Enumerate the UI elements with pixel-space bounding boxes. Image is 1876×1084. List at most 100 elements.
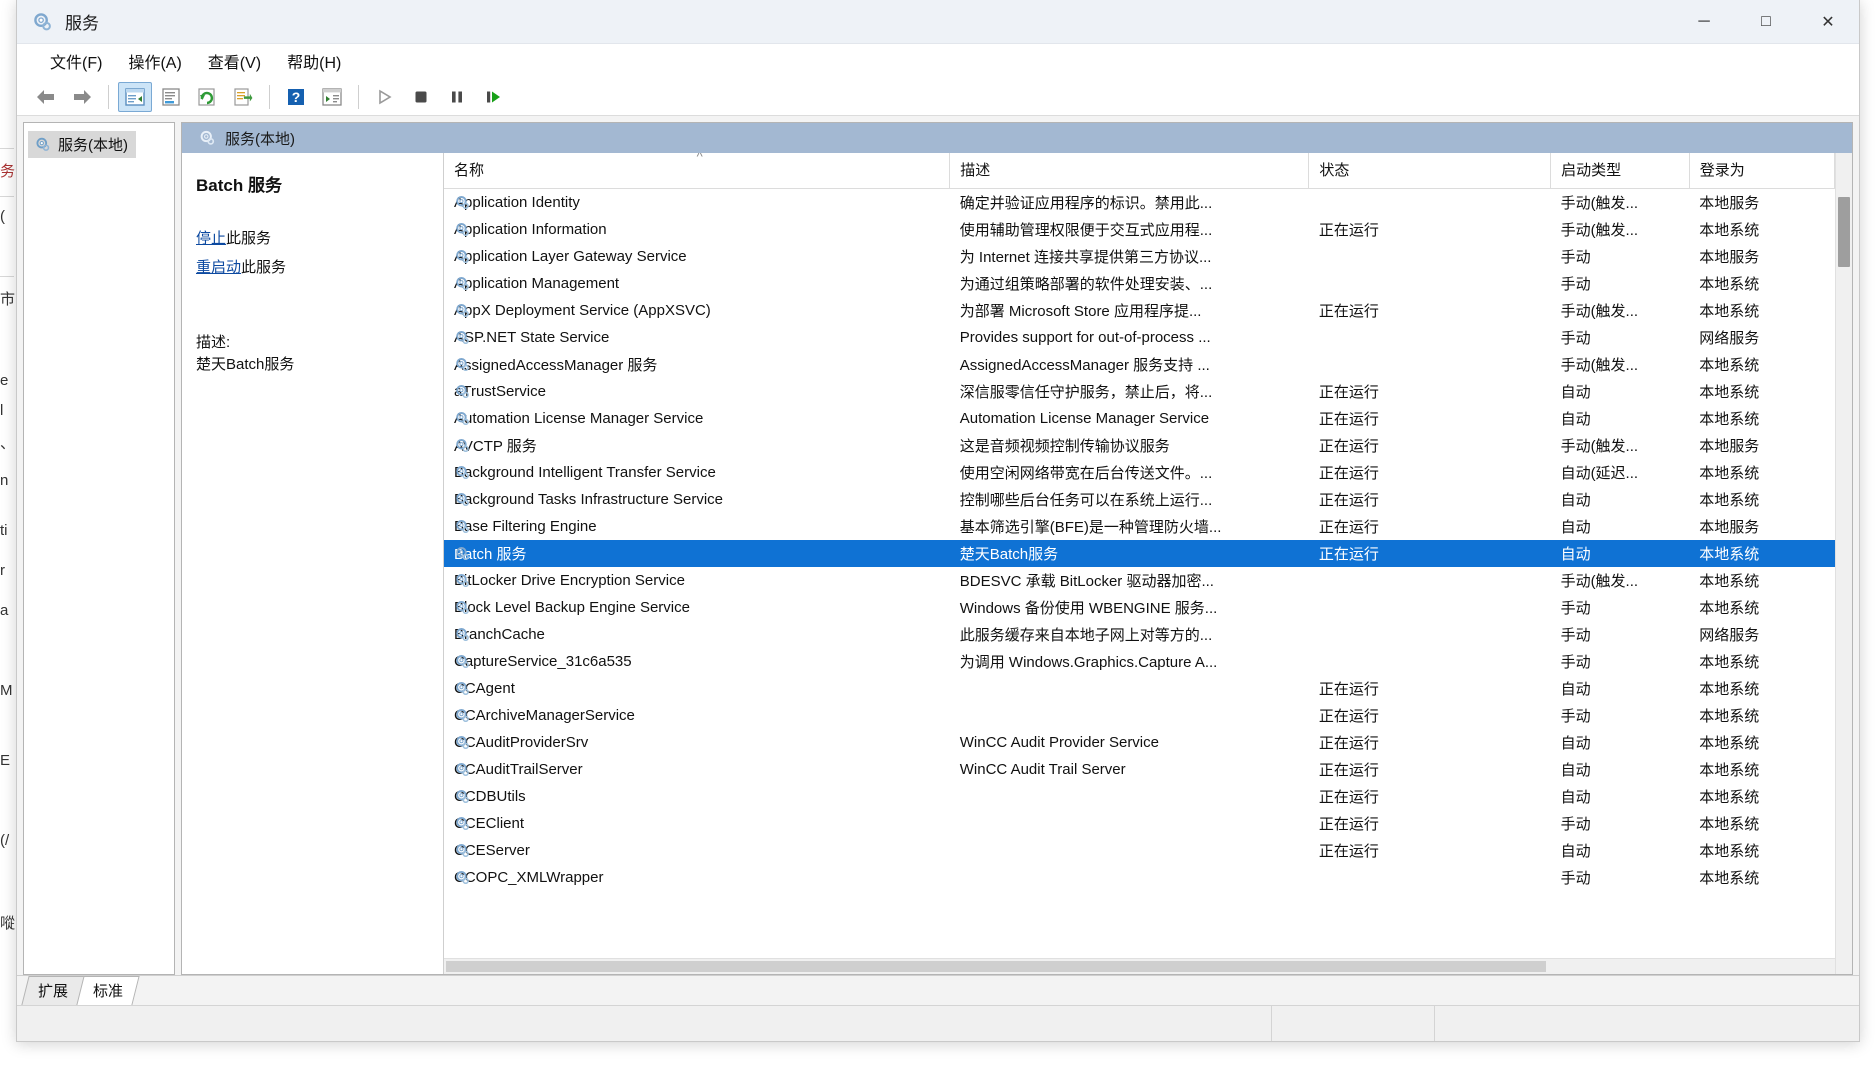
table-row[interactable]: Application Identity 确定并验证应用程序的标识。禁用此... 手…: [444, 189, 1835, 217]
cell-startup-type: 自动: [1560, 681, 1591, 698]
cell-startup-type: 自动: [1560, 843, 1591, 860]
cell-startup-type: 手动: [1560, 600, 1591, 617]
cell-log-on-as: 本地服务: [1699, 519, 1760, 536]
cell-service-status: [1309, 621, 1551, 648]
stop-service-button[interactable]: [404, 82, 438, 112]
table-row[interactable]: Application Management 为通过组策略部署的软件处理安装、..…: [444, 270, 1835, 297]
cell-service-name: Base Filtering Engine: [454, 518, 597, 535]
vertical-scrollbar[interactable]: [1835, 153, 1852, 974]
menu-item-action[interactable]: 操作(A): [115, 45, 194, 77]
table-row[interactable]: Application Information 使用辅助管理权限便于交互式应用程.…: [444, 216, 1835, 243]
cell-log-on-as: 本地系统: [1699, 222, 1760, 239]
column-header-log-on-as[interactable]: 登录为: [1689, 153, 1835, 189]
table-row[interactable]: Base Filtering Engine 基本筛选引擎(BFE)是一种管理防火墙…: [444, 513, 1835, 540]
column-header-name[interactable]: 名称: [444, 153, 951, 189]
table-row[interactable]: CCAuditTrailServer WinCC Audit Trail Serv…: [444, 756, 1835, 783]
table-row[interactable]: CCAuditProviderSrv WinCC Audit Provider S…: [444, 729, 1835, 756]
cell-service-description: WinCC Audit Provider Service: [959, 734, 1159, 751]
stop-service-link[interactable]: 停止: [196, 230, 226, 247]
cell-service-description: [950, 864, 1309, 891]
table-row[interactable]: CCOPC_XMLWrapper 手动 本地系统: [444, 864, 1835, 891]
menu-item-file[interactable]: 文件(F): [37, 45, 115, 77]
table-row[interactable]: BranchCache 此服务缓存来自本地子网上对等方的... 手动 网络服务: [444, 621, 1835, 648]
help-button[interactable]: ?: [279, 82, 313, 112]
restart-service-button[interactable]: [476, 82, 510, 112]
cell-startup-type: 自动: [1560, 411, 1591, 428]
cell-service-name: Background Intelligent Transfer Service: [454, 464, 716, 481]
column-header-description[interactable]: 描述: [949, 153, 1310, 189]
menu-item-view[interactable]: 查看(V): [195, 45, 274, 77]
stop-service-line: 停止此服务: [196, 228, 429, 251]
table-row[interactable]: CaptureService_31c6a535 为调用 Windows.Graph…: [444, 648, 1835, 675]
services-table: 名称 描述 状态 启动类型 登录为 Application Identity 确定…: [444, 153, 1835, 891]
horizontal-scrollbar[interactable]: [444, 958, 1835, 974]
vertical-scrollbar-thumb[interactable]: [1838, 197, 1850, 267]
cell-service-status: 正在运行: [1318, 735, 1379, 752]
tab-extended[interactable]: 扩展: [21, 976, 85, 1005]
right-arrow-icon: [74, 89, 91, 104]
table-row[interactable]: Background Tasks Infrastructure Service 控…: [444, 486, 1835, 513]
cell-service-name: ASP.NET State Service: [454, 329, 610, 346]
show-hide-tree-button[interactable]: [118, 81, 152, 112]
table-row[interactable]: CCArchiveManagerService 正在运行 手动 本地系统: [444, 702, 1835, 729]
cell-service-description: [950, 702, 1309, 729]
cell-service-status: [1309, 189, 1551, 217]
refresh-button[interactable]: [190, 82, 224, 112]
menu-item-help[interactable]: 帮助(H): [274, 45, 354, 77]
back-button[interactable]: [29, 82, 63, 112]
properties-button[interactable]: [154, 82, 188, 112]
bg-text-fragment: e: [0, 372, 9, 389]
table-row-selected[interactable]: Batch 服务 楚天Batch服务 正在运行 自动 本地系统: [444, 540, 1835, 567]
table-row[interactable]: Automation License Manager Service Automa…: [444, 405, 1835, 432]
table-row[interactable]: AssignedAccessManager 服务 AssignedAccessMa…: [444, 351, 1835, 378]
services-gear-icon: [456, 384, 469, 398]
table-row[interactable]: aTrustService 深信服零信任守护服务，禁止后，将... 正在运行 自动 本地…: [444, 378, 1835, 405]
table-row[interactable]: Block Level Backup Engine Service Windows…: [444, 594, 1835, 621]
cell-service-status: [1309, 594, 1551, 621]
show-action-pane-button[interactable]: [315, 82, 349, 112]
toolbar-separator: [358, 84, 359, 109]
services-gear-icon: [456, 762, 469, 776]
column-header-status[interactable]: 状态: [1308, 153, 1552, 189]
bg-text-fragment: a: [0, 602, 9, 619]
table-row[interactable]: AVCTP 服务 这是音频视频控制传输协议服务 正在运行 手动(触发... 本地服务: [444, 432, 1835, 459]
bg-text-fragment: 务: [0, 163, 16, 180]
pause-service-button[interactable]: [440, 82, 474, 112]
services-table-body: Application Identity 确定并验证应用程序的标识。禁用此... 手…: [444, 189, 1835, 892]
restart-service-link[interactable]: 重启动: [196, 259, 241, 276]
services-table-scroll: 名称 描述 状态 启动类型 登录为 Application Identity 确定…: [444, 153, 1835, 958]
maximize-button[interactable]: □: [1735, 0, 1797, 44]
table-row[interactable]: Application Layer Gateway Service 为 Inter…: [444, 243, 1835, 270]
cell-log-on-as: 本地服务: [1699, 195, 1760, 212]
action-pane-icon: [322, 87, 342, 106]
start-service-button[interactable]: [368, 82, 402, 112]
sidebar-item-services-local[interactable]: 服务(本地): [28, 131, 136, 158]
table-row[interactable]: CCAgent 正在运行 自动 本地系统: [444, 675, 1835, 702]
cell-service-status: 正在运行: [1318, 843, 1379, 860]
services-gear-icon: [36, 137, 50, 151]
table-row[interactable]: CCEServer 正在运行 自动 本地系统: [444, 837, 1835, 864]
forward-button[interactable]: [65, 82, 99, 112]
services-gear-icon: [456, 627, 469, 641]
cell-startup-type: 自动: [1550, 540, 1690, 567]
table-row[interactable]: ASP.NET State Service Provides support fo…: [444, 324, 1835, 351]
table-row[interactable]: CCDBUtils 正在运行 自动 本地系统: [444, 783, 1835, 810]
export-list-button[interactable]: [226, 82, 260, 112]
cell-log-on-as: 本地系统: [1689, 540, 1835, 567]
status-bar-middle: [1272, 1006, 1435, 1041]
horizontal-scrollbar-thumb[interactable]: [446, 961, 1546, 972]
cell-startup-type: 手动(触发...: [1560, 195, 1639, 212]
minimize-button[interactable]: ─: [1673, 0, 1735, 44]
cell-service-name: AVCTP 服务: [454, 438, 537, 455]
table-row[interactable]: AppX Deployment Service (AppXSVC) 为部署 Mic…: [444, 297, 1835, 324]
tab-standard-label: 标准: [93, 983, 124, 1000]
table-row[interactable]: BitLocker Drive Encryption Service BDESVC…: [444, 567, 1835, 594]
table-row[interactable]: Background Intelligent Transfer Service 使…: [444, 459, 1835, 486]
cell-service-name: Application Management: [454, 275, 620, 292]
tab-standard[interactable]: 标准: [76, 976, 140, 1005]
cell-startup-type: 手动(触发...: [1560, 573, 1639, 590]
column-header-startup-type[interactable]: 启动类型: [1550, 153, 1690, 189]
close-button[interactable]: ✕: [1797, 0, 1859, 44]
pause-icon: [452, 91, 462, 102]
table-row[interactable]: CCEClient 正在运行 手动 本地系统: [444, 810, 1835, 837]
